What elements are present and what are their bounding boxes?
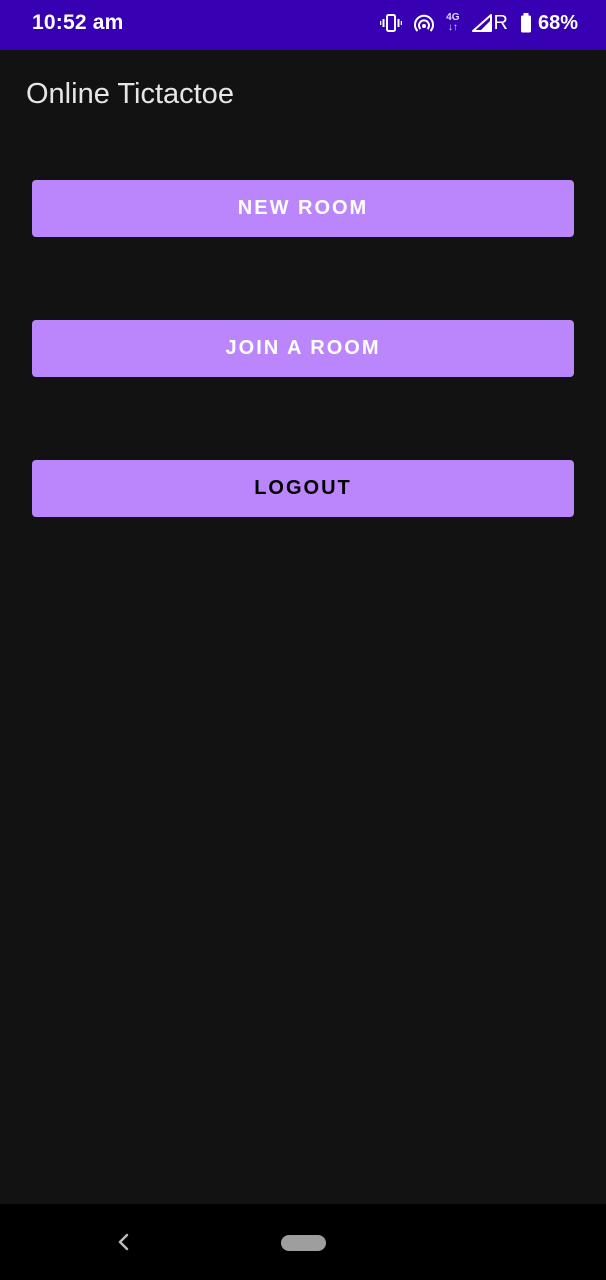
status-time: 10:52 am (32, 11, 124, 34)
navigation-bar (0, 1204, 606, 1280)
status-bar: 10:52 am 4G ↓↑ R 68% (0, 0, 606, 50)
logout-button[interactable]: LOGOUT (32, 460, 574, 517)
status-icons: 4G ↓↑ R 68% (368, 10, 578, 36)
data-arrows-icon: ↓↑ (447, 22, 458, 33)
new-room-button[interactable]: NEW ROOM (32, 180, 574, 237)
battery-percent: 68% (537, 11, 578, 34)
hotspot-icon (414, 14, 435, 32)
roaming-indicator: R (493, 11, 508, 34)
vibrate-icon (380, 14, 403, 32)
battery-icon: 68% (520, 12, 578, 35)
network-4g-icon: 4G ↓↑ (446, 13, 459, 33)
signal-icon: R (471, 11, 508, 35)
app-title: Online Tictactoe (26, 78, 234, 110)
home-pill-icon[interactable] (281, 1235, 326, 1251)
join-room-button[interactable]: JOIN A ROOM (32, 320, 574, 377)
back-icon[interactable] (114, 1232, 134, 1257)
